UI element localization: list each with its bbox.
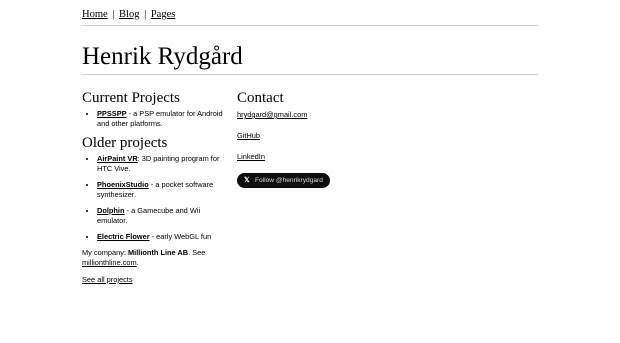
older-projects-heading: Older projects [82, 135, 168, 151]
project-link-electric-flower[interactable]: Electric Flower [97, 232, 150, 241]
x-logo-icon: 𝕏 [244, 176, 250, 184]
linkedin-link[interactable]: LinkedIn [237, 152, 437, 162]
top-nav: Home | Blog | Pages [82, 9, 175, 20]
list-item: Electric Flower - early WebGL fun [97, 232, 230, 242]
project-link-dolphin[interactable]: Dolphin [97, 206, 125, 215]
nav-blog-link[interactable]: Blog [119, 9, 139, 20]
project-link-airpaint-vr[interactable]: AirPaint VR [97, 154, 138, 163]
list-item: PPSSPP - a PSP emulator for Android and … [97, 109, 230, 129]
follow-button-label: Follow @henrikrydgard [255, 176, 323, 184]
nav-pages-link[interactable]: Pages [151, 9, 176, 20]
contact-heading: Contact [237, 90, 284, 106]
top-divider [82, 25, 538, 26]
company-suffix: . [136, 258, 139, 267]
list-item: AirPaint VR: 3D painting program for HTC… [97, 154, 230, 174]
email-link[interactable]: hrydgard@gmail.com [237, 110, 437, 120]
title-divider [82, 74, 538, 75]
project-description: - early WebGL fun [149, 232, 212, 241]
site-title: Henrik Rydgård [82, 43, 243, 70]
list-item: PhoenixStudio - a pocket software synthe… [97, 180, 230, 200]
follow-button[interactable]: 𝕏 Follow @henrikrydgard [237, 173, 330, 188]
company-website-link[interactable]: millionthline.com [82, 258, 137, 267]
company-name: Millionth Line AB [128, 248, 189, 257]
contact-column: Contact hrydgard@gmail.com GitHub Linked… [237, 90, 437, 188]
current-projects-heading: Current Projects [82, 90, 180, 106]
company-mid: . See [188, 248, 206, 257]
nav-separator: | [112, 9, 115, 20]
github-link[interactable]: GitHub [237, 131, 437, 141]
nav-separator: | [144, 9, 147, 20]
company-paragraph: My company: Millionth Line AB. See milli… [82, 248, 230, 268]
older-projects-list: AirPaint VR: 3D painting program for HTC… [82, 154, 230, 242]
nav-home-link[interactable]: Home [82, 9, 108, 20]
list-item: Dolphin - a Gamecube and Wii emulator. [97, 206, 230, 226]
projects-column: Current Projects PPSSPP - a PSP emulator… [82, 90, 230, 285]
project-link-phoenixstudio[interactable]: PhoenixStudio [97, 180, 149, 189]
project-link-ppsspp[interactable]: PPSSPP [97, 109, 127, 118]
see-all-projects-link[interactable]: See all projects [82, 275, 133, 284]
company-prefix: My company: [82, 248, 129, 257]
see-all-paragraph: See all projects [82, 275, 230, 285]
current-projects-list: PPSSPP - a PSP emulator for Android and … [82, 109, 230, 129]
